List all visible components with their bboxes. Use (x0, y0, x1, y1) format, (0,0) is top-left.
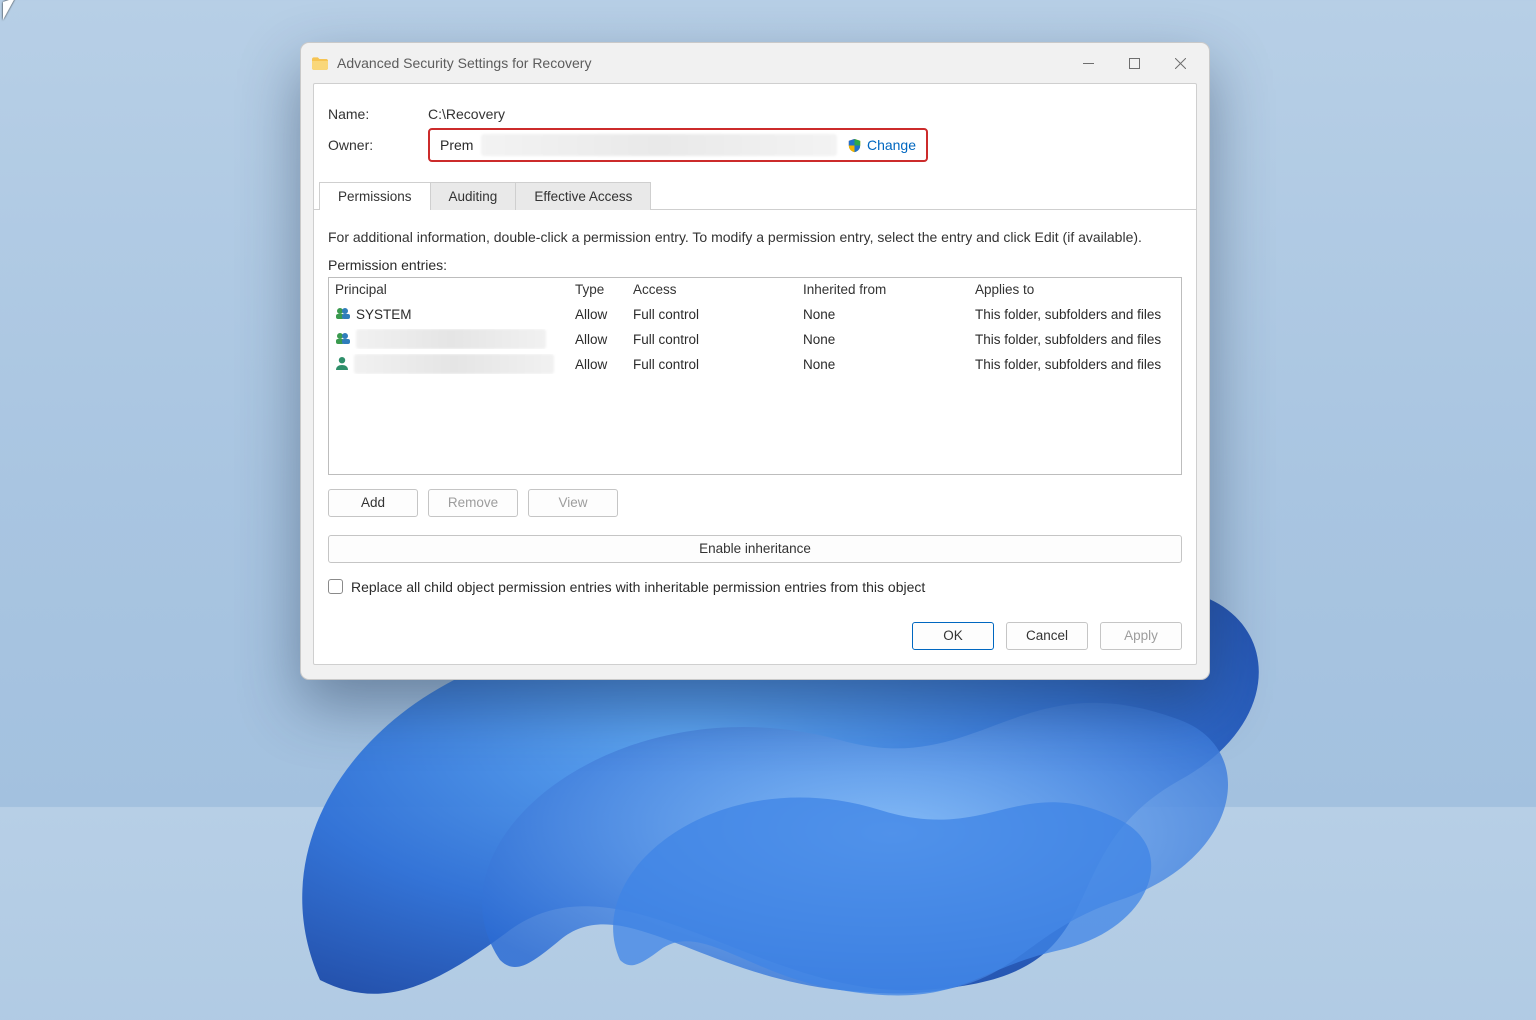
cell-type: Allow (569, 357, 627, 372)
change-owner-link[interactable]: Change (867, 137, 916, 153)
user-icon (335, 356, 349, 373)
apply-button[interactable]: Apply (1100, 622, 1182, 650)
cell-inherited: None (797, 307, 969, 322)
tab-strip: Permissions Auditing Effective Access (314, 178, 1196, 210)
permission-entries-grid[interactable]: Principal Type Access Inherited from App… (328, 277, 1182, 475)
col-principal[interactable]: Principal (329, 282, 569, 297)
cell-access: Full control (627, 307, 797, 322)
cell-access: Full control (627, 332, 797, 347)
table-row[interactable]: AllowFull controlNoneThis folder, subfol… (329, 352, 1181, 377)
minimize-button[interactable] (1065, 47, 1111, 79)
owner-field-highlight: Prem (428, 128, 928, 162)
info-text: For additional information, double-click… (328, 228, 1182, 247)
user-group-icon (335, 306, 351, 323)
mouse-cursor-icon (3, 0, 15, 20)
cell-applies: This folder, subfolders and files (969, 357, 1181, 372)
ok-button[interactable]: OK (912, 622, 994, 650)
owner-label: Owner: (328, 137, 428, 153)
tab-effective-access[interactable]: Effective Access (516, 182, 651, 210)
grid-header: Principal Type Access Inherited from App… (329, 278, 1181, 302)
uac-shield-icon (847, 138, 862, 153)
view-button[interactable]: View (528, 489, 618, 517)
tab-auditing[interactable]: Auditing (431, 182, 517, 210)
table-row[interactable]: SYSTEM AllowFull controlNoneThis folder, … (329, 302, 1181, 327)
titlebar[interactable]: Advanced Security Settings for Recovery (301, 43, 1209, 83)
col-applies[interactable]: Applies to (969, 282, 1181, 297)
maximize-button[interactable] (1111, 47, 1157, 79)
permission-entries-label: Permission entries: (328, 257, 1182, 273)
user-group-icon (335, 331, 351, 348)
advanced-security-window: Advanced Security Settings for Recovery … (300, 42, 1210, 680)
cell-inherited: None (797, 357, 969, 372)
close-button[interactable] (1157, 47, 1203, 79)
cell-access: Full control (627, 357, 797, 372)
window-title: Advanced Security Settings for Recovery (337, 55, 591, 71)
replace-children-label[interactable]: Replace all child object permission entr… (351, 579, 925, 595)
principal-redacted (354, 354, 554, 374)
col-inherited[interactable]: Inherited from (797, 282, 969, 297)
folder-icon (311, 56, 329, 71)
col-access[interactable]: Access (627, 282, 797, 297)
principal-redacted (356, 329, 546, 349)
cell-applies: This folder, subfolders and files (969, 307, 1181, 322)
tab-permissions[interactable]: Permissions (319, 182, 431, 210)
remove-button[interactable]: Remove (428, 489, 518, 517)
table-row[interactable]: AllowFull controlNoneThis folder, subfol… (329, 327, 1181, 352)
principal-name: SYSTEM (356, 307, 412, 322)
cell-inherited: None (797, 332, 969, 347)
add-button[interactable]: Add (328, 489, 418, 517)
cell-applies: This folder, subfolders and files (969, 332, 1181, 347)
cancel-button[interactable]: Cancel (1006, 622, 1088, 650)
cell-type: Allow (569, 332, 627, 347)
name-label: Name: (328, 106, 428, 122)
name-value: C:\Recovery (428, 106, 505, 122)
enable-inheritance-button[interactable]: Enable inheritance (328, 535, 1182, 563)
cell-type: Allow (569, 307, 627, 322)
owner-redacted (481, 134, 837, 156)
owner-value: Prem (440, 137, 473, 153)
col-type[interactable]: Type (569, 282, 627, 297)
replace-children-checkbox[interactable] (328, 579, 343, 594)
